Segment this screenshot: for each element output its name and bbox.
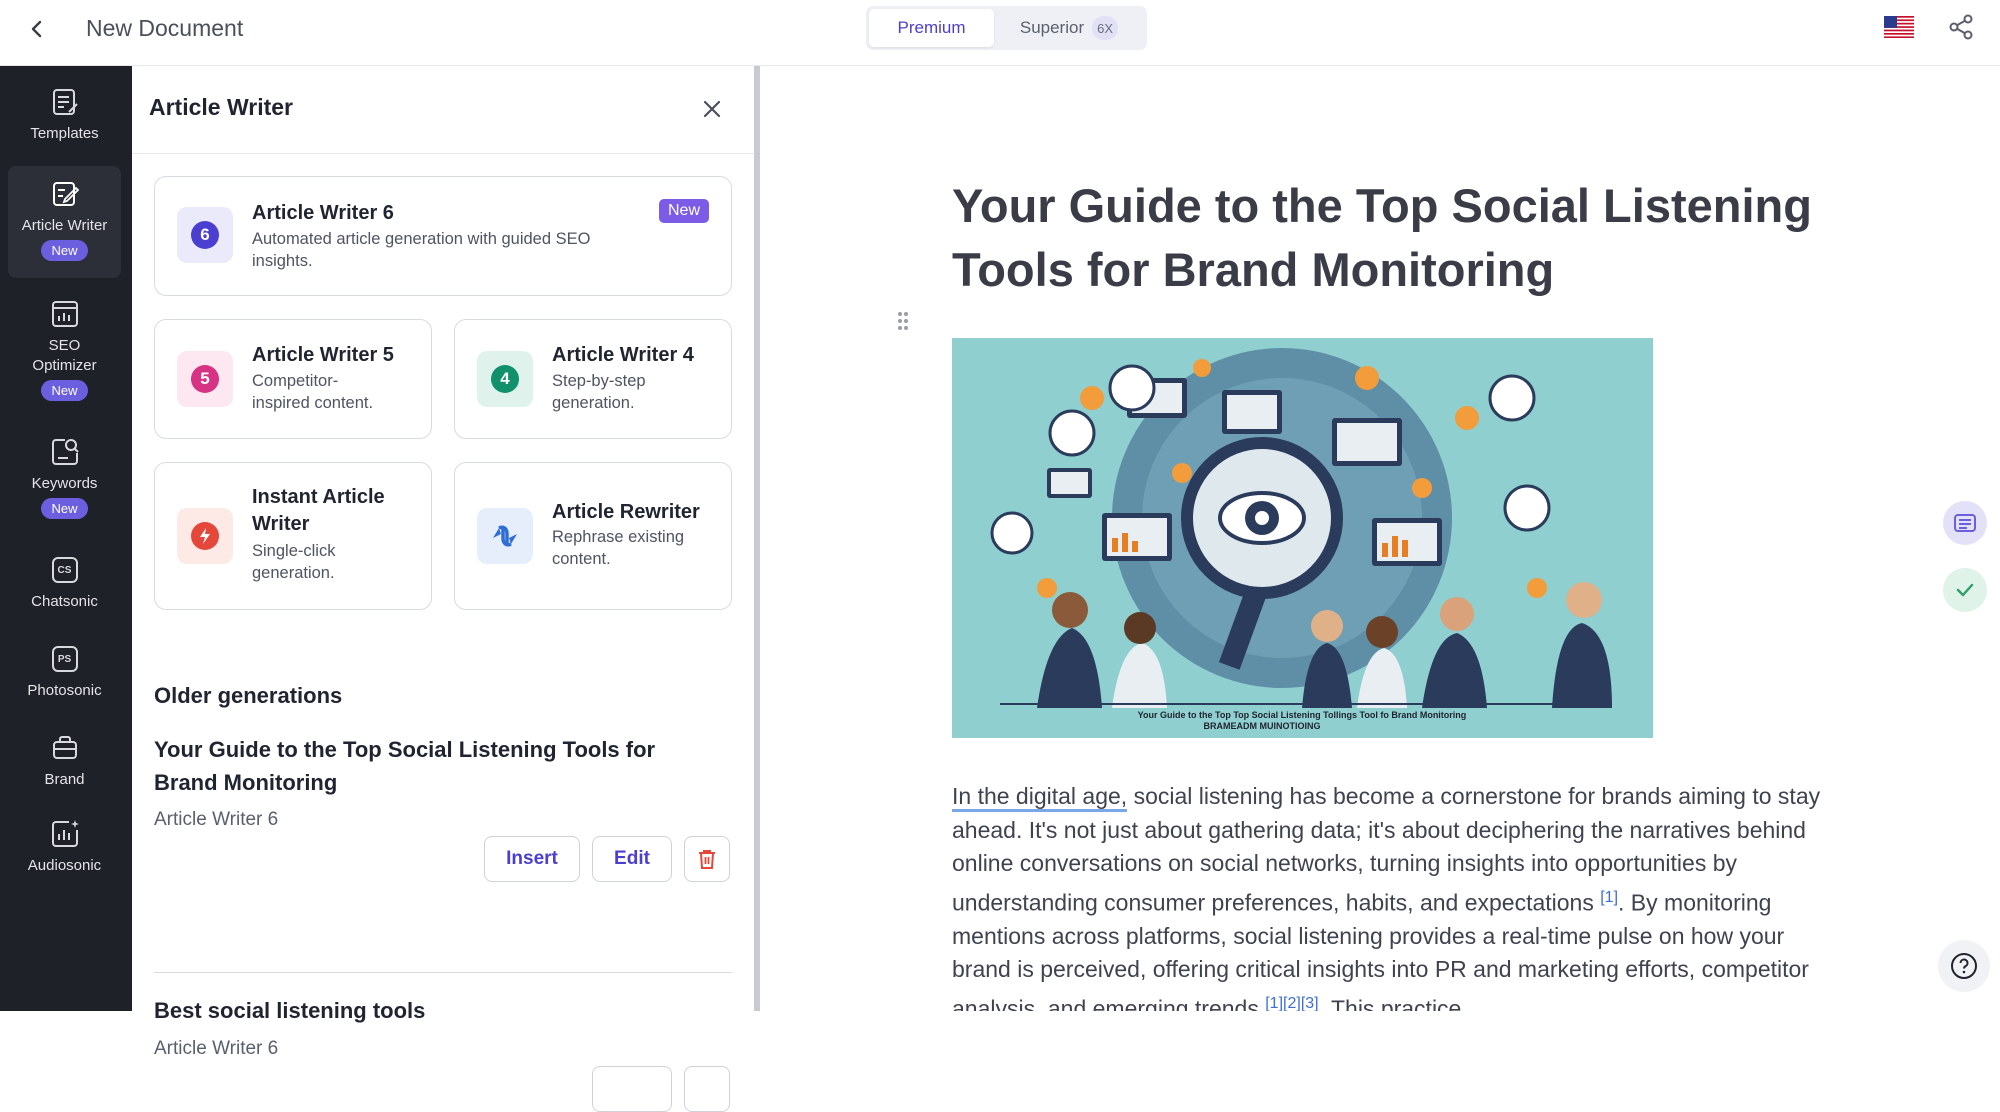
rail-item-audiosonic[interactable]: Audiosonic <box>8 818 121 908</box>
card-article-rewriter[interactable]: Article Rewriter Rephrase existing conte… <box>454 462 732 610</box>
check-button[interactable] <box>1943 568 1987 612</box>
card-instant-article-writer[interactable]: Instant Article Writer Single-click gene… <box>154 462 432 610</box>
edit-button[interactable]: Edit <box>592 836 672 882</box>
chatsonic-icon: CS <box>49 554 81 586</box>
article-hero-image[interactable]: Your Guide to the Top Top Social Listeni… <box>952 338 1653 738</box>
audiosonic-icon <box>51 820 79 847</box>
panel-header: Article Writer <box>132 66 756 154</box>
article-writer-icon <box>52 182 79 206</box>
delete-button[interactable] <box>684 1066 730 1112</box>
article-writer-panel: Article Writer 6 Article Writer 6 Automa… <box>132 66 756 1112</box>
rail-label-seo-optimizer: SEO Optimizer <box>32 337 97 374</box>
rail-item-brand[interactable]: Brand <box>8 732 121 812</box>
citation-link[interactable]: [1][2][3] <box>1265 995 1318 1011</box>
photosonic-icon: PS <box>49 643 81 675</box>
card-description: Step-by-step generation. <box>552 372 646 412</box>
share-icon[interactable] <box>1946 12 1976 42</box>
rail-item-article-writer[interactable]: Article Writer New <box>8 166 121 278</box>
chevron-left-icon <box>31 20 42 38</box>
card-title: Article Rewriter <box>552 501 700 523</box>
us-flag-icon[interactable] <box>1884 16 1914 38</box>
model-switch: Premium Superior 6X <box>866 6 1147 50</box>
list-icon <box>1954 514 1976 532</box>
svg-text:BRAMEADM MUINOTIOING: BRAMEADM MUINOTIOING <box>1204 721 1321 731</box>
model-premium-tab[interactable]: Premium <box>869 9 994 47</box>
document-heading[interactable]: Your Guide to the Top Social Listening T… <box>952 174 1832 302</box>
card-title: Article Writer 4 <box>552 344 694 366</box>
svg-text:Your Guide to the Top Top Soc: Your Guide to the Top Top Social Listeni… <box>1138 710 1467 720</box>
card-description: Automated article generation with guided… <box>252 230 591 270</box>
social-listening-illustration: Your Guide to the Top Top Social Listeni… <box>952 338 1653 738</box>
rail-label-brand: Brand <box>44 771 85 788</box>
delete-button[interactable] <box>684 836 730 882</box>
rail-item-chatsonic[interactable]: CS Chatsonic <box>8 554 121 634</box>
generation-source: Article Writer 6 <box>154 1038 279 1059</box>
card-description: Single-click generation. <box>252 542 336 582</box>
edit-button[interactable] <box>592 1066 672 1112</box>
new-badge: New <box>41 380 88 401</box>
multiplier-badge: 6X <box>1092 16 1119 40</box>
card-description: Competitor-inspired content. <box>252 372 374 412</box>
rail-item-keywords[interactable]: Keywords New <box>8 436 121 546</box>
brand-icon <box>52 736 77 759</box>
card-title: Instant Article Writer <box>252 486 385 535</box>
card-article-writer-5[interactable]: 5 Article Writer 5 Competitor-inspired c… <box>154 319 432 439</box>
close-icon[interactable] <box>698 95 726 123</box>
back-button[interactable] <box>22 14 52 44</box>
insert-button[interactable]: Insert <box>484 836 580 882</box>
drag-handle-icon[interactable] <box>896 310 910 332</box>
help-button[interactable] <box>1938 940 1990 992</box>
rail-item-seo-optimizer[interactable]: SEO Optimizer New <box>8 298 121 423</box>
lightning-icon <box>177 508 233 564</box>
article-writer-5-icon: 5 <box>177 351 233 407</box>
left-rail: Templates Article Writer New SEO Optimiz… <box>0 66 132 1011</box>
rail-label-chatsonic: Chatsonic <box>31 593 98 610</box>
rail-item-photosonic[interactable]: PS Photosonic <box>8 643 121 723</box>
outline-button[interactable] <box>1943 501 1987 545</box>
checkmark-icon <box>1956 583 1974 597</box>
card-description: Rephrase existing content. <box>552 528 685 568</box>
question-mark-icon <box>1951 953 1977 979</box>
article-writer-6-icon: 6 <box>177 207 233 263</box>
article-writer-4-icon: 4 <box>477 351 533 407</box>
older-generations-heading: Older generations <box>154 683 343 708</box>
rail-item-templates[interactable]: Templates <box>8 86 121 166</box>
keywords-icon <box>51 439 79 465</box>
document-paragraph[interactable]: In the digital age, social listening has… <box>952 780 1832 1011</box>
document-title[interactable]: New Document <box>86 14 243 42</box>
top-bar: New Document Premium Superior 6X <box>0 0 2000 66</box>
card-article-writer-6[interactable]: 6 Article Writer 6 Automated article gen… <box>154 176 732 296</box>
card-title: Article Writer 5 <box>252 344 394 366</box>
rail-label-keywords: Keywords <box>31 475 98 492</box>
templates-icon <box>52 89 78 115</box>
generation-title[interactable]: Your Guide to the Top Social Listening T… <box>154 733 694 799</box>
model-superior-label: Superior <box>1019 18 1085 37</box>
rail-label-article-writer: Article Writer <box>21 217 108 234</box>
new-badge: New <box>658 199 709 223</box>
rail-label-photosonic: Photosonic <box>27 682 102 699</box>
trash-icon <box>699 850 715 869</box>
card-article-writer-4[interactable]: 4 Article Writer 4 Step-by-step generati… <box>454 319 732 439</box>
model-superior-tab[interactable]: Superior 6X <box>994 9 1144 47</box>
generation-source: Article Writer 6 <box>154 809 279 830</box>
rewrite-icon <box>477 508 533 564</box>
document-editor[interactable]: Your Guide to the Top Social Listening T… <box>760 66 2000 1011</box>
rail-label-templates: Templates <box>30 125 99 142</box>
panel-title: Article Writer <box>149 94 294 120</box>
card-title: Article Writer 6 <box>252 202 394 224</box>
divider <box>154 972 732 973</box>
new-badge: New <box>41 498 88 519</box>
new-badge: New <box>41 240 88 261</box>
rail-label-audiosonic: Audiosonic <box>27 857 102 874</box>
highlighted-phrase[interactable]: In the digital age, <box>952 783 1128 812</box>
seo-optimizer-icon <box>51 301 78 327</box>
citation-link[interactable]: [1] <box>1600 889 1618 906</box>
